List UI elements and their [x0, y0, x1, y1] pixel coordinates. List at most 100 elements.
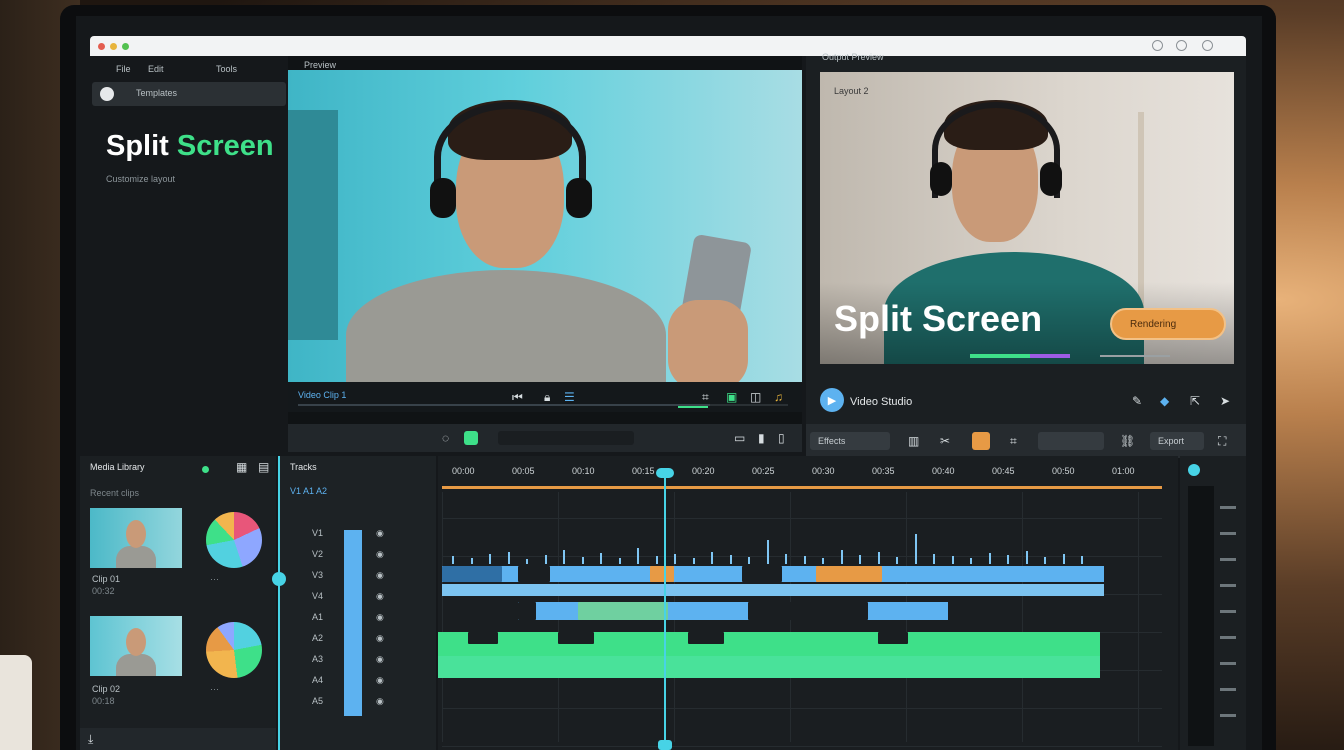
scrub-progress: [298, 404, 710, 406]
menu-edit[interactable]: Edit: [148, 64, 164, 74]
waveform-tick: [600, 553, 602, 564]
clip-orange[interactable]: [816, 566, 882, 582]
track-toggle-icon[interactable]: ◉: [376, 675, 384, 686]
track-toggle-icon[interactable]: ◉: [376, 696, 384, 707]
subtitle: Customize layout: [106, 174, 176, 184]
clip-thumb-1[interactable]: [90, 508, 182, 568]
prev-icon[interactable]: ⏮: [512, 390, 523, 405]
pin-icon[interactable]: ✎: [1132, 394, 1142, 408]
clip-a[interactable]: [442, 566, 502, 582]
track-toggle-icon[interactable]: ◉: [376, 591, 384, 602]
right-toolbar: Effects ▥ ✂ ⌗ ⛓ Export ⛶: [806, 424, 1246, 458]
grid-icon[interactable]: ▦: [236, 460, 247, 474]
help-icon[interactable]: [1152, 40, 1163, 51]
track-toggle-icon[interactable]: ◉: [376, 528, 384, 539]
media-sub: Recent clips: [90, 488, 140, 498]
lock-icon[interactable]: 🔒︎: [544, 390, 550, 405]
track-toggle-icon[interactable]: ◉: [376, 549, 384, 560]
green-toggle[interactable]: [464, 431, 478, 445]
menu-file[interactable]: File: [116, 64, 131, 74]
editor-screen: File Edit Tools Templates Split Screen C…: [76, 16, 1262, 750]
menu-icon[interactable]: ☰: [564, 390, 575, 404]
frame-icon[interactable]: ▣: [726, 390, 737, 404]
rendering-button[interactable]: Rendering: [1110, 308, 1226, 340]
tracks-header: Tracks: [290, 462, 317, 472]
headphone-left-right: [930, 162, 952, 196]
headphones-band: [434, 102, 586, 212]
playhead-top[interactable]: [656, 468, 674, 478]
templates-label: Templates: [136, 88, 178, 98]
work-area-bar[interactable]: [442, 486, 1162, 489]
ruler-label: 00:05: [512, 466, 535, 476]
clip-marker[interactable]: [650, 566, 674, 582]
cut-icon[interactable]: ✂: [940, 434, 950, 448]
effects-button[interactable]: Effects: [810, 432, 890, 450]
video-track-1[interactable]: [442, 566, 1104, 582]
speed-control[interactable]: [1038, 432, 1104, 450]
window-titlebar: [90, 36, 1246, 56]
minimize-dot[interactable]: [110, 43, 117, 50]
audio-track-1[interactable]: [438, 632, 1100, 656]
waveform-tick: [840, 550, 843, 564]
music-icon[interactable]: ♫: [774, 390, 783, 404]
marker-button[interactable]: [972, 432, 990, 450]
menu-tools[interactable]: Tools: [216, 64, 237, 74]
chart-icon[interactable]: ▥: [908, 434, 919, 448]
bookmark-icon[interactable]: ▮: [758, 431, 765, 445]
video-track-2[interactable]: [442, 584, 1104, 596]
clip-thumb-2[interactable]: [90, 616, 182, 676]
waveform-tick: [729, 555, 732, 564]
share-icon[interactable]: ➤: [1220, 394, 1230, 408]
track-toggle-icon[interactable]: ◉: [376, 654, 384, 665]
color-wheel-2[interactable]: [206, 622, 262, 678]
track-toggle-icon[interactable]: ◉: [376, 633, 384, 644]
track-handle[interactable]: [272, 572, 286, 586]
meter-mark: [1220, 506, 1236, 509]
close-dot[interactable]: [98, 43, 105, 50]
screen-icon[interactable]: ▭: [734, 431, 745, 445]
video-preview-left[interactable]: [288, 70, 802, 382]
playhead-bottom[interactable]: [658, 740, 672, 750]
waveform-tick: [988, 553, 991, 564]
waveform-tick: [914, 534, 917, 564]
preview-left-toolbar: ◌ ▭ ▮ ▯: [288, 424, 802, 452]
clip-gap-3: [518, 602, 536, 620]
waveform-tick: [470, 558, 473, 564]
settings-icon[interactable]: [1176, 40, 1187, 51]
scrub-bar[interactable]: [298, 404, 788, 408]
video-track-3[interactable]: [518, 602, 948, 620]
link-icon[interactable]: ⛓: [1120, 434, 1135, 448]
player-bar: ▶ Video Studio ✎ ◆ ⇱ ➤: [806, 386, 1246, 416]
export-icon[interactable]: ⇱: [1190, 394, 1200, 408]
waveform-tick: [859, 555, 861, 564]
templates-bar[interactable]: Templates: [92, 82, 286, 106]
list-icon[interactable]: ▤: [258, 460, 269, 474]
playhead-line[interactable]: [664, 474, 666, 746]
export-button[interactable]: Export: [1150, 432, 1204, 450]
track-toggle-icon[interactable]: ◉: [376, 612, 384, 623]
waveform-tick: [785, 554, 787, 564]
crop-icon[interactable]: ⌗: [702, 390, 709, 405]
account-icon[interactable]: [1202, 40, 1213, 51]
waveform-tick: [766, 540, 769, 564]
ruler-label: 00:00: [452, 466, 475, 476]
fullscreen-icon[interactable]: ⛶: [1218, 434, 1226, 449]
clip-green-1[interactable]: [578, 602, 668, 620]
waveform-tick: [507, 552, 510, 564]
video-preview-right[interactable]: Layout 2 Split Screen Rendering: [820, 72, 1234, 364]
audio-meter-panel: [1180, 456, 1246, 750]
color-wheel-1[interactable]: [206, 512, 262, 568]
bg-shelf: [288, 110, 338, 340]
clip-2-label: Clip 02: [92, 684, 121, 694]
audio-track-2[interactable]: [438, 656, 1100, 678]
import-icon[interactable]: ⤓: [88, 732, 93, 747]
split-icon[interactable]: ◫: [750, 390, 761, 404]
crop-right-icon[interactable]: ⌗: [1010, 434, 1017, 449]
play-button[interactable]: ▶: [820, 388, 844, 412]
refresh-icon[interactable]: ◌: [442, 431, 449, 445]
coffee-cup: [0, 655, 32, 750]
diamond-icon[interactable]: ◆: [1160, 394, 1169, 408]
book-icon[interactable]: ▯: [778, 431, 785, 445]
track-toggle-icon[interactable]: ◉: [376, 570, 384, 581]
maximize-dot[interactable]: [122, 43, 129, 50]
